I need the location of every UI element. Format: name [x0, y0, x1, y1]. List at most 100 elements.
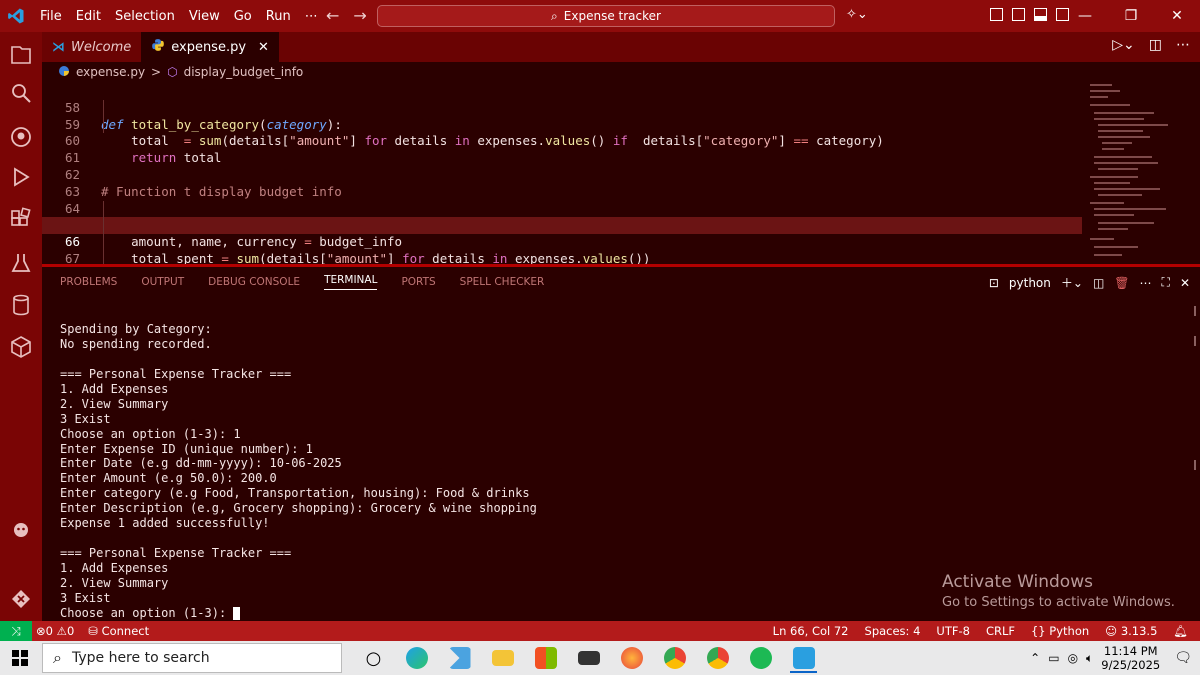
split-terminal-icon[interactable]: ◫ — [1093, 276, 1104, 290]
terminal-line: === Personal Expense Tracker === — [60, 546, 292, 561]
cursor-position[interactable]: Ln 66, Col 72 — [773, 624, 849, 638]
tab-label: expense.py — [171, 39, 247, 55]
minimap[interactable] — [1082, 82, 1200, 264]
connect-status[interactable]: ⛁ Connect — [88, 624, 149, 638]
more-actions-icon[interactable]: ⋯ — [1176, 37, 1190, 53]
breadcrumb-symbol[interactable]: display_budget_info — [184, 65, 304, 79]
menu-go[interactable]: Go — [228, 7, 258, 26]
volume-icon[interactable]: 🔈︎ — [1086, 651, 1093, 666]
file-explorer-icon[interactable] — [481, 643, 524, 673]
database-icon: ⛁ — [88, 624, 98, 638]
tab-ports[interactable]: PORTS — [401, 276, 435, 288]
search-icon: ⌕ — [551, 8, 558, 23]
run-python-file-icon[interactable]: ▷⌄ — [1112, 37, 1135, 53]
remote-explorer-icon[interactable] — [8, 586, 34, 612]
mail-icon[interactable] — [567, 643, 610, 673]
breadcrumb-file[interactable]: expense.py — [76, 65, 145, 79]
terminal-prompt: Choose an option (1-3): — [60, 605, 234, 620]
testing-flask-icon[interactable] — [8, 250, 34, 276]
notification-center-icon[interactable]: 🗨︎ — [1174, 650, 1192, 666]
more-actions-icon[interactable]: ⋯ — [1140, 276, 1152, 290]
clock[interactable]: 11:14 PM 9/25/2025 — [1101, 644, 1160, 672]
tab-debug-console[interactable]: DEBUG CONSOLE — [208, 276, 300, 288]
tab-terminal[interactable]: TERMINAL — [324, 274, 378, 290]
toggle-sidebar-icon[interactable] — [1012, 8, 1025, 21]
python-interpreter[interactable]: ☺ 3.13.5 — [1105, 624, 1157, 638]
menu-edit[interactable]: Edit — [70, 7, 107, 26]
title-bar: File Edit Selection View Go Run ⋯ ← → ⌕ … — [0, 0, 1200, 32]
problems-status[interactable]: ⊗0 ⚠0 — [36, 624, 74, 638]
explorer-icon[interactable] — [8, 42, 34, 68]
kill-terminal-icon[interactable]: 🗑 — [1114, 276, 1129, 290]
encoding[interactable]: UTF-8 — [936, 624, 970, 638]
menu-run[interactable]: Run — [260, 7, 297, 26]
terminal-name[interactable]: python — [1009, 276, 1051, 290]
forward-arrow-icon[interactable]: → — [353, 6, 366, 25]
tab-output[interactable]: OUTPUT — [141, 276, 184, 288]
python-icon — [151, 38, 165, 56]
code-line: 59 total = sum(details["amount"] for det… — [42, 99, 1082, 148]
extensions-icon[interactable] — [8, 206, 34, 232]
restore-button[interactable]: ❐ — [1108, 0, 1154, 32]
menu-more[interactable]: ⋯ — [299, 7, 324, 26]
code-line: 68 print(f"{name}: {amount} {currency}") — [42, 250, 1082, 264]
microsoft-store-icon[interactable] — [524, 643, 567, 673]
command-center-search[interactable]: ⌕ Expense tracker — [377, 5, 835, 27]
connect-label: Connect — [101, 624, 150, 638]
terminal-line: No spending recorded. — [60, 336, 212, 351]
notifications-bell-icon[interactable]: 🔔︎ — [1173, 624, 1188, 638]
line-ending[interactable]: CRLF — [986, 624, 1015, 638]
close-panel-icon[interactable]: ✕ — [1180, 276, 1190, 290]
new-terminal-icon[interactable]: ＋⌄ — [1061, 274, 1083, 291]
menu-view[interactable]: View — [183, 7, 226, 26]
remote-indicator-icon[interactable]: ⤨ — [0, 621, 32, 641]
visual-studio-icon[interactable] — [438, 643, 481, 673]
interpreter-version: 3.13.5 — [1120, 624, 1158, 638]
maximize-panel-icon[interactable]: ⛶ — [1162, 275, 1170, 290]
windows-start-icon[interactable] — [12, 650, 28, 666]
spotify-icon[interactable] — [739, 643, 782, 673]
menu-file[interactable]: File — [34, 7, 68, 26]
minimize-button[interactable]: — — [1062, 0, 1108, 32]
tab-expense-py[interactable]: expense.py ✕ — [141, 32, 279, 62]
github-icon[interactable] — [8, 124, 34, 150]
language-mode[interactable]: {} Python — [1031, 624, 1089, 638]
taskbar-search[interactable]: ⌕ Type here to search — [42, 643, 342, 673]
copilot-agent-icon[interactable] — [8, 516, 34, 542]
copilot-icon[interactable]: ✧⌄ — [846, 7, 868, 22]
edge-icon[interactable] — [395, 643, 438, 673]
indentation[interactable]: Spaces: 4 — [865, 624, 921, 638]
tab-welcome[interactable]: ⋊ Welcome — [42, 32, 141, 62]
database-icon[interactable] — [8, 292, 34, 318]
tab-problems[interactable]: PROBLEMS — [60, 276, 117, 288]
split-editor-icon[interactable]: ◫ — [1149, 37, 1162, 53]
clock-date: 9/25/2025 — [1101, 658, 1161, 672]
terminal-line: Choose an option (1-3): 1 — [60, 426, 241, 441]
firefox-icon[interactable] — [610, 643, 653, 673]
show-hidden-icons-icon[interactable]: ⌃ — [1030, 651, 1040, 665]
toggle-panel-icon[interactable] — [1034, 8, 1047, 21]
activate-windows-watermark: Activate Windows Go to Settings to activ… — [942, 572, 1175, 610]
search-icon[interactable] — [8, 80, 34, 106]
back-arrow-icon[interactable]: ← — [326, 6, 339, 25]
network-icon[interactable]: ◎ — [1068, 651, 1078, 665]
run-debug-icon[interactable] — [8, 164, 34, 190]
code-editor[interactable]: 58 def total_by_category(category): 59 t… — [42, 82, 1082, 264]
close-tab-icon[interactable]: ✕ — [258, 40, 269, 55]
customize-layout-icon[interactable] — [990, 8, 1003, 21]
python-icon — [58, 65, 70, 80]
close-window-button[interactable]: ✕ — [1154, 0, 1200, 32]
task-view-icon[interactable]: ○ — [352, 643, 395, 673]
terminal-line: 2. View Summary — [60, 396, 169, 411]
package-icon[interactable] — [8, 334, 34, 360]
battery-icon[interactable]: ▭ — [1048, 651, 1059, 665]
tab-spell-checker[interactable]: SPELL CHECKER — [460, 276, 545, 288]
menu-selection[interactable]: Selection — [109, 7, 181, 26]
chrome-icon[interactable] — [653, 643, 696, 673]
symbol-method-icon: ⬡ — [167, 65, 178, 79]
vscode-taskbar-icon[interactable] — [782, 643, 825, 673]
chrome-profile-icon[interactable] — [696, 643, 739, 673]
terminal-scrollbar[interactable] — [1190, 300, 1200, 620]
search-icon: ⌕ — [53, 648, 62, 667]
clock-time: 11:14 PM — [1103, 644, 1158, 658]
